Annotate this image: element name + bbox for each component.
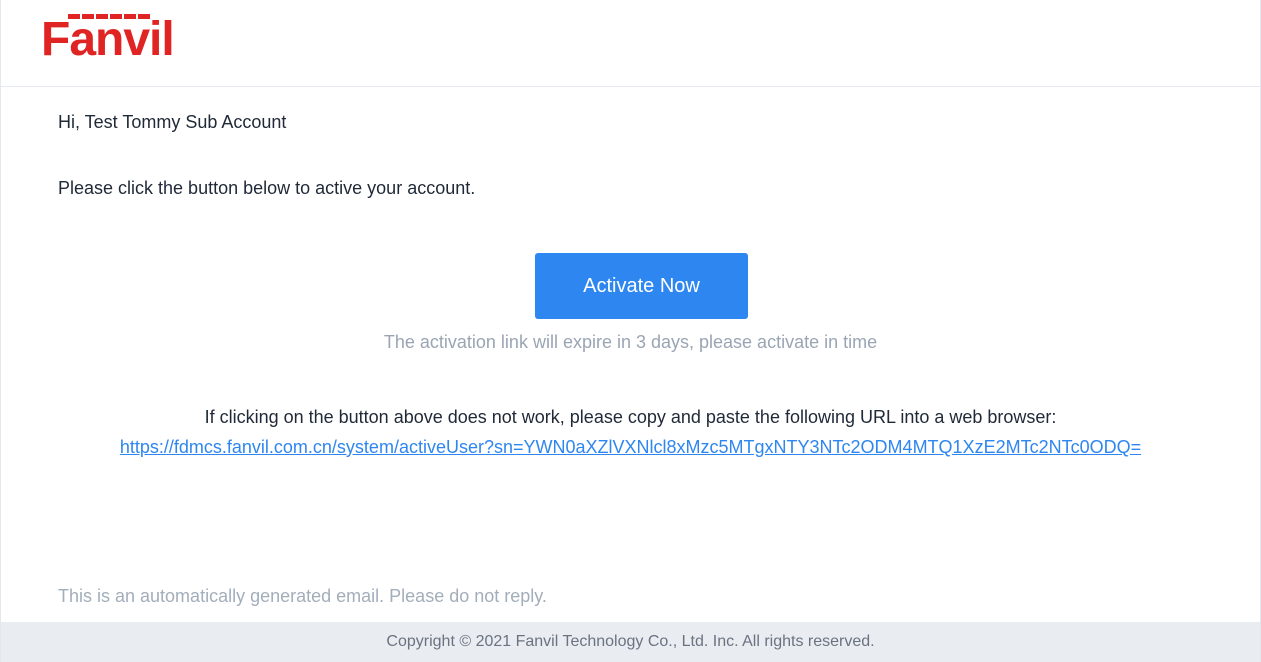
email-header: Fanvil <box>1 0 1260 87</box>
fallback-text: If clicking on the button above does not… <box>204 407 1057 427</box>
intro-text: Please click the button below to active … <box>58 178 476 198</box>
copyright-footer: Copyright © 2021 Fanvil Technology Co., … <box>1 622 1260 662</box>
fallback-instructions: If clicking on the button above does not… <box>1 402 1260 462</box>
greeting-text: Hi, Test Tommy Sub Account <box>58 112 287 132</box>
fanvil-logo: Fanvil <box>41 13 175 66</box>
auto-generated-note: This is an automatically generated email… <box>58 586 547 606</box>
activate-now-button[interactable]: Activate Now <box>535 253 748 319</box>
activation-url-link[interactable]: https://fdmcs.fanvil.com.cn/system/activ… <box>56 432 1206 462</box>
email-page: Fanvil Hi, Test Tommy Sub Account Please… <box>0 0 1261 662</box>
expire-note: The activation link will expire in 3 day… <box>383 332 878 352</box>
